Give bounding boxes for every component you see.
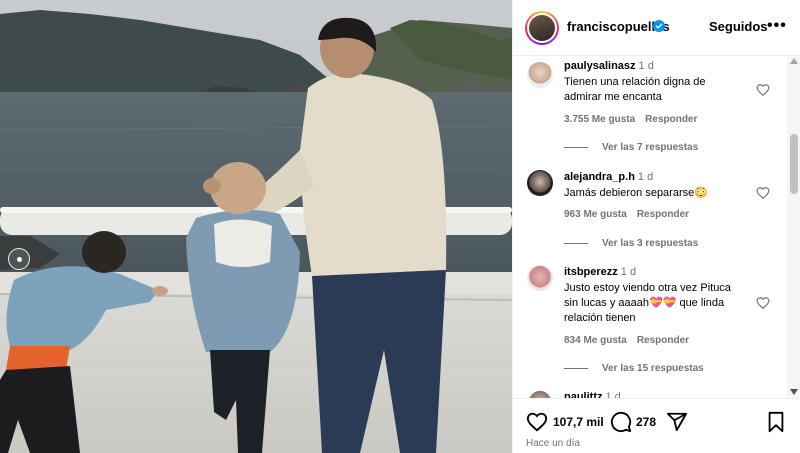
comments-list: paulysalinasz 1 d Tienen una relación dig… (513, 56, 800, 398)
carousel-dot (16, 256, 22, 262)
view-replies-label: Ver las 7 respuestas (602, 142, 699, 153)
post-timestamp: Hace un día (526, 438, 580, 449)
comment-username-line: paulysalinasz 1 d (564, 60, 654, 72)
comment-age: 1 d (637, 171, 654, 183)
scroll-down-arrow-icon[interactable] (790, 389, 798, 395)
verified-badge-icon (653, 20, 665, 32)
view-replies-link[interactable]: Ver las 15 respuestas (564, 363, 704, 374)
post-header: franciscopuelles Seguidos ••• (513, 0, 800, 56)
post-image[interactable] (0, 0, 512, 453)
author-avatar-inner (527, 13, 557, 43)
view-replies-label: Ver las 3 respuestas (602, 238, 699, 249)
commenter-avatar[interactable] (527, 170, 553, 196)
replies-line (564, 243, 588, 244)
comment-text: Justo estoy viendo otra vez Pituca sin l… (564, 282, 731, 324)
view-replies-link[interactable]: Ver las 7 respuestas (564, 142, 698, 153)
view-replies-label: Ver las 15 respuestas (602, 363, 704, 374)
comment-age: 1 d (620, 266, 637, 278)
comment-username-line: alejandra_p.h 1 d (564, 171, 653, 183)
comment-text: Tienen una relación digna de admirar me … (564, 76, 706, 103)
scroll-up-arrow-icon[interactable] (790, 58, 798, 64)
author-avatar[interactable] (525, 11, 559, 45)
comment-likes[interactable]: 834 Me gusta (564, 335, 627, 346)
comment-username[interactable]: itsbperezz (564, 266, 618, 278)
commenter-avatar[interactable] (527, 390, 553, 398)
heart-icon[interactable] (526, 411, 548, 433)
comment-username-line: itsbperezz 1 d (564, 266, 636, 278)
commenter-avatar[interactable] (527, 62, 553, 88)
carousel-indicator-icon[interactable] (8, 248, 30, 270)
comment-username-line: paulittz 1 d (564, 391, 621, 398)
share-icon[interactable] (666, 411, 688, 433)
post-actions-bar: 107,7 mil 278 Hace un día (513, 398, 800, 453)
scroll-thumb[interactable] (790, 134, 798, 194)
comment-heart-icon[interactable] (756, 83, 770, 97)
comment-likes[interactable]: 3.755 Me gusta (564, 114, 635, 125)
comment-username[interactable]: paulysalinasz (564, 60, 636, 72)
reply-button[interactable]: Responder (637, 209, 689, 220)
comment-heart-icon[interactable] (756, 296, 770, 310)
comment-meta: 963 Me gusta Responder (564, 209, 689, 220)
comment-username[interactable]: paulittz (564, 391, 603, 398)
replies-line (564, 368, 588, 369)
comments-count[interactable]: 278 (636, 415, 656, 429)
post-photo (0, 0, 512, 453)
comments-scrollbar[interactable] (787, 56, 800, 398)
bookmark-icon[interactable] (765, 411, 787, 433)
reply-button[interactable]: Responder (637, 335, 689, 346)
comment-meta: 834 Me gusta Responder (564, 335, 689, 346)
comment-heart-icon[interactable] (756, 186, 770, 200)
likes-count[interactable]: 107,7 mil (553, 415, 604, 429)
replies-line (564, 147, 588, 148)
following-button[interactable]: Seguidos (709, 19, 768, 34)
view-replies-link[interactable]: Ver las 3 respuestas (564, 238, 698, 249)
comment-username[interactable]: alejandra_p.h (564, 171, 635, 183)
comment-likes[interactable]: 963 Me gusta (564, 209, 627, 220)
comment-meta: 3.755 Me gusta Responder (564, 114, 697, 125)
author-avatar-photo (529, 15, 555, 41)
comment-text: Jamás debieron separarse😳 (564, 187, 708, 199)
reply-button[interactable]: Responder (645, 114, 697, 125)
comment-age: 1 d (638, 60, 654, 72)
comment-icon[interactable] (610, 411, 632, 433)
comment-age: 1 d (605, 391, 621, 398)
more-options-icon[interactable]: ••• (767, 17, 787, 35)
commenter-avatar[interactable] (527, 265, 553, 291)
post-side-panel: franciscopuelles Seguidos ••• paulysalin… (512, 0, 800, 453)
